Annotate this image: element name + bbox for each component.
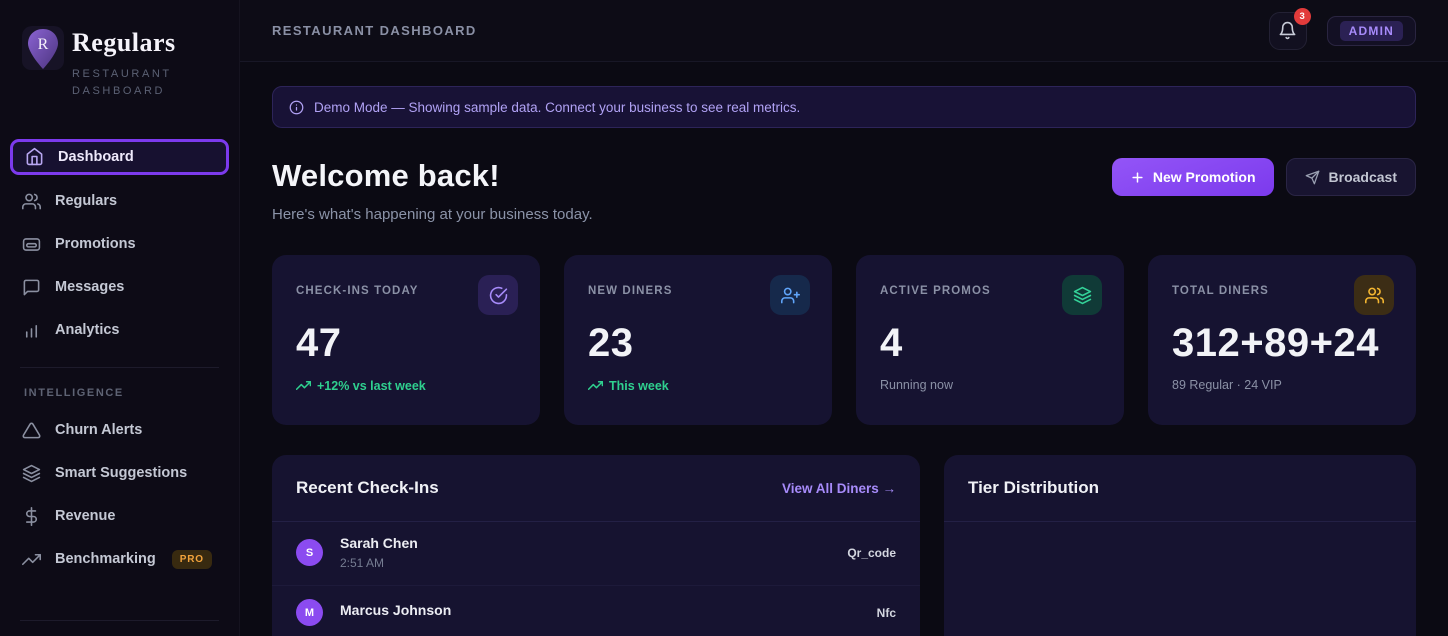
sidebar-bottom-divider bbox=[20, 620, 219, 621]
ticket-icon bbox=[22, 235, 41, 254]
stat-card-new-diners: NEW DINERS 23 This week bbox=[564, 255, 832, 425]
diner-name: Marcus Johnson bbox=[340, 602, 451, 618]
sidebar-item-smart-suggestions[interactable]: Smart Suggestions bbox=[0, 452, 239, 495]
sidebar-item-dashboard[interactable]: Dashboard bbox=[10, 139, 229, 175]
sidebar-item-label: Revenue bbox=[55, 508, 115, 524]
stat-trend: This week bbox=[588, 378, 808, 393]
sidebar-item-churn-alerts[interactable]: Churn Alerts bbox=[0, 409, 239, 452]
sidebar-section-title: INTELLIGENCE bbox=[0, 383, 239, 409]
dollar-icon bbox=[22, 507, 41, 526]
user-plus-icon bbox=[781, 286, 800, 305]
checkin-row[interactable]: M Marcus Johnson Nfc bbox=[272, 586, 920, 636]
stat-note: 89 Regular · 24 VIP bbox=[1172, 378, 1392, 392]
topbar-title: RESTAURANT DASHBOARD bbox=[272, 23, 477, 38]
topbar: RESTAURANT DASHBOARD 3 ADMIN bbox=[240, 0, 1448, 62]
main-area: RESTAURANT DASHBOARD 3 ADMIN Demo Mode —… bbox=[240, 0, 1448, 636]
primary-nav: Dashboard Regulars Promotions Messages A… bbox=[0, 137, 239, 352]
stat-trend: +12% vs last week bbox=[296, 378, 516, 393]
sidebar-item-messages[interactable]: Messages bbox=[0, 266, 239, 309]
checkin-time: 2:51 AM bbox=[340, 556, 418, 570]
page-subtitle: Here's what's happening at your business… bbox=[272, 206, 593, 223]
stat-card-checkins: CHECK-INS TODAY 47 +12% vs last week bbox=[272, 255, 540, 425]
trending-up-icon bbox=[22, 550, 41, 569]
avatar: S bbox=[296, 539, 323, 566]
new-promotion-button[interactable]: New Promotion bbox=[1112, 158, 1274, 196]
stat-card-total-diners: TOTAL DINERS 312+89+24 89 Regular · 24 V… bbox=[1148, 255, 1416, 425]
logo: R Regulars RESTAURANT DASHBOARD bbox=[0, 0, 239, 101]
sidebar-item-label: Messages bbox=[55, 279, 124, 295]
bell-icon bbox=[1278, 21, 1297, 40]
notification-count-badge: 3 bbox=[1294, 8, 1311, 25]
sidebar-item-label: Dashboard bbox=[58, 149, 134, 165]
diner-name: Sarah Chen bbox=[340, 535, 418, 551]
page-title: Welcome back! bbox=[272, 158, 593, 194]
stat-cards: CHECK-INS TODAY 47 +12% vs last week NEW… bbox=[272, 255, 1416, 425]
brand-tagline: RESTAURANT DASHBOARD bbox=[72, 66, 176, 101]
svg-text:R: R bbox=[38, 36, 49, 53]
stat-card-active-promos: ACTIVE PROMOS 4 Running now bbox=[856, 255, 1124, 425]
bar-chart-icon bbox=[22, 321, 41, 340]
sidebar-item-label: Analytics bbox=[55, 322, 119, 338]
sidebar: R Regulars RESTAURANT DASHBOARD Dashboar… bbox=[0, 0, 240, 636]
checkin-method: Nfc bbox=[877, 606, 896, 620]
stat-value: 23 bbox=[588, 321, 808, 366]
sidebar-item-label: Smart Suggestions bbox=[55, 465, 187, 481]
sidebar-item-label: Promotions bbox=[55, 236, 136, 252]
sidebar-item-label: Benchmarking bbox=[55, 551, 156, 567]
sidebar-item-analytics[interactable]: Analytics bbox=[0, 309, 239, 352]
message-icon bbox=[22, 278, 41, 297]
intelligence-nav: Churn Alerts Smart Suggestions Revenue B… bbox=[0, 409, 239, 581]
demo-mode-banner: Demo Mode — Showing sample data. Connect… bbox=[272, 86, 1416, 128]
info-icon bbox=[289, 100, 304, 115]
brand-name: Regulars bbox=[72, 26, 176, 60]
role-badge: ADMIN bbox=[1340, 21, 1403, 41]
welcome-section: Welcome back! Here's what's happening at… bbox=[272, 158, 1416, 223]
stat-value: 4 bbox=[880, 321, 1100, 366]
recent-checkins-panel: Recent Check-Ins View All Diners → S Sar… bbox=[272, 455, 920, 636]
panel-title: Tier Distribution bbox=[968, 478, 1099, 498]
demo-banner-text: Demo Mode — Showing sample data. Connect… bbox=[314, 100, 800, 115]
notifications-button[interactable]: 3 bbox=[1269, 12, 1307, 50]
tier-distribution-panel: Tier Distribution bbox=[944, 455, 1416, 636]
content: Demo Mode — Showing sample data. Connect… bbox=[240, 62, 1448, 636]
home-icon bbox=[25, 147, 44, 166]
send-icon bbox=[1305, 170, 1320, 185]
sidebar-item-label: Churn Alerts bbox=[55, 422, 142, 438]
check-circle-icon bbox=[489, 286, 508, 305]
admin-menu-button[interactable]: ADMIN bbox=[1327, 16, 1416, 46]
layers-icon bbox=[22, 464, 41, 483]
sidebar-item-revenue[interactable]: Revenue bbox=[0, 495, 239, 538]
view-all-diners-link[interactable]: View All Diners → bbox=[782, 481, 896, 496]
broadcast-button[interactable]: Broadcast bbox=[1286, 158, 1416, 196]
sidebar-item-label: Regulars bbox=[55, 193, 117, 209]
panel-title: Recent Check-Ins bbox=[296, 478, 439, 498]
sidebar-item-regulars[interactable]: Regulars bbox=[0, 180, 239, 223]
brand-pin-icon: R bbox=[22, 26, 64, 74]
trend-up-icon bbox=[296, 378, 311, 393]
trend-up-icon bbox=[588, 378, 603, 393]
sidebar-item-benchmarking[interactable]: Benchmarking PRO bbox=[0, 538, 239, 581]
pro-badge: PRO bbox=[172, 550, 212, 569]
stat-value: 312+89+24 bbox=[1172, 321, 1392, 366]
stat-value: 47 bbox=[296, 321, 516, 366]
checkin-method: Qr_code bbox=[847, 546, 896, 560]
sidebar-item-promotions[interactable]: Promotions bbox=[0, 223, 239, 266]
sidebar-divider bbox=[20, 367, 219, 368]
checkin-row[interactable]: S Sarah Chen 2:51 AM Qr_code bbox=[272, 522, 920, 586]
users-icon bbox=[22, 192, 41, 211]
plus-icon bbox=[1130, 170, 1145, 185]
alert-triangle-icon bbox=[22, 421, 41, 440]
stat-note: Running now bbox=[880, 378, 1100, 392]
layers-icon bbox=[1073, 286, 1092, 305]
avatar: M bbox=[296, 599, 323, 626]
users-icon bbox=[1365, 286, 1384, 305]
